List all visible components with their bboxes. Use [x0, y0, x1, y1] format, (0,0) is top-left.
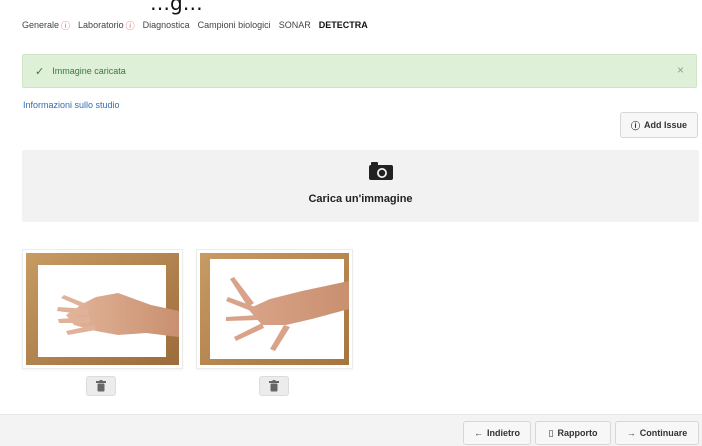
tab-label: Generale	[22, 20, 60, 30]
hand-photo-2	[200, 253, 349, 365]
arrow-left-icon: ←	[474, 428, 483, 438]
report-button[interactable]: ▯ Rapporto	[535, 421, 611, 445]
check-icon: ✓	[35, 65, 45, 78]
uploaded-image-2[interactable]	[196, 249, 353, 369]
back-button[interactable]: ← Indietro	[463, 421, 531, 445]
tab-label: Campioni biologici	[197, 20, 271, 30]
tab-label: SONAR	[278, 20, 311, 30]
tab-campioni-biologici[interactable]: Campioni biologici	[198, 20, 271, 30]
back-label: Indietro	[487, 428, 520, 438]
tab-laboratorio[interactable]: Laboratorio ⓘ	[78, 19, 135, 32]
delete-image-1-button[interactable]	[86, 376, 116, 396]
study-info-link[interactable]: Informazioni sullo studio	[23, 100, 120, 110]
hand-photo-1	[26, 253, 179, 365]
tab-label: Diagnostica	[142, 20, 190, 30]
trash-icon	[269, 380, 279, 392]
continue-button[interactable]: → Continuare	[615, 421, 699, 445]
tab-bar: Generale ⓘ Laboratorio ⓘ Diagnostica Cam…	[22, 18, 368, 32]
warning-icon: ⓘ	[125, 20, 135, 31]
tab-generale[interactable]: Generale ⓘ	[22, 19, 70, 32]
success-alert: ✓ Immagine caricata ×	[22, 54, 697, 88]
tab-detectra[interactable]: DETECTRA	[319, 20, 368, 30]
add-issue-button[interactable]: ⓘ Add Issue	[620, 112, 698, 138]
trash-icon	[96, 380, 106, 392]
tab-label: Laboratorio	[78, 20, 124, 30]
uploaded-image-1[interactable]	[22, 249, 183, 369]
alert-message: Immagine caricata	[52, 66, 126, 76]
header-partial-text: …g…	[150, 0, 203, 15]
warning-icon: ⓘ	[61, 20, 71, 31]
upload-label: Carica un'immagine	[308, 193, 413, 205]
arrow-right-icon: →	[626, 428, 636, 438]
image-upload-dropzone[interactable]: Carica un'immagine	[22, 150, 699, 222]
add-issue-label: Add Issue	[644, 120, 688, 130]
document-icon: ▯	[548, 427, 554, 438]
close-icon[interactable]: ×	[677, 63, 684, 77]
delete-image-2-button[interactable]	[259, 376, 289, 396]
info-circle-icon: ⓘ	[630, 120, 640, 131]
camera-icon	[369, 162, 393, 180]
continue-label: Continuare	[639, 428, 688, 438]
report-label: Rapporto	[557, 428, 598, 438]
tab-diagnostica[interactable]: Diagnostica	[143, 20, 190, 30]
tab-label: DETECTRA	[318, 20, 368, 30]
tab-sonar[interactable]: SONAR	[279, 20, 311, 30]
